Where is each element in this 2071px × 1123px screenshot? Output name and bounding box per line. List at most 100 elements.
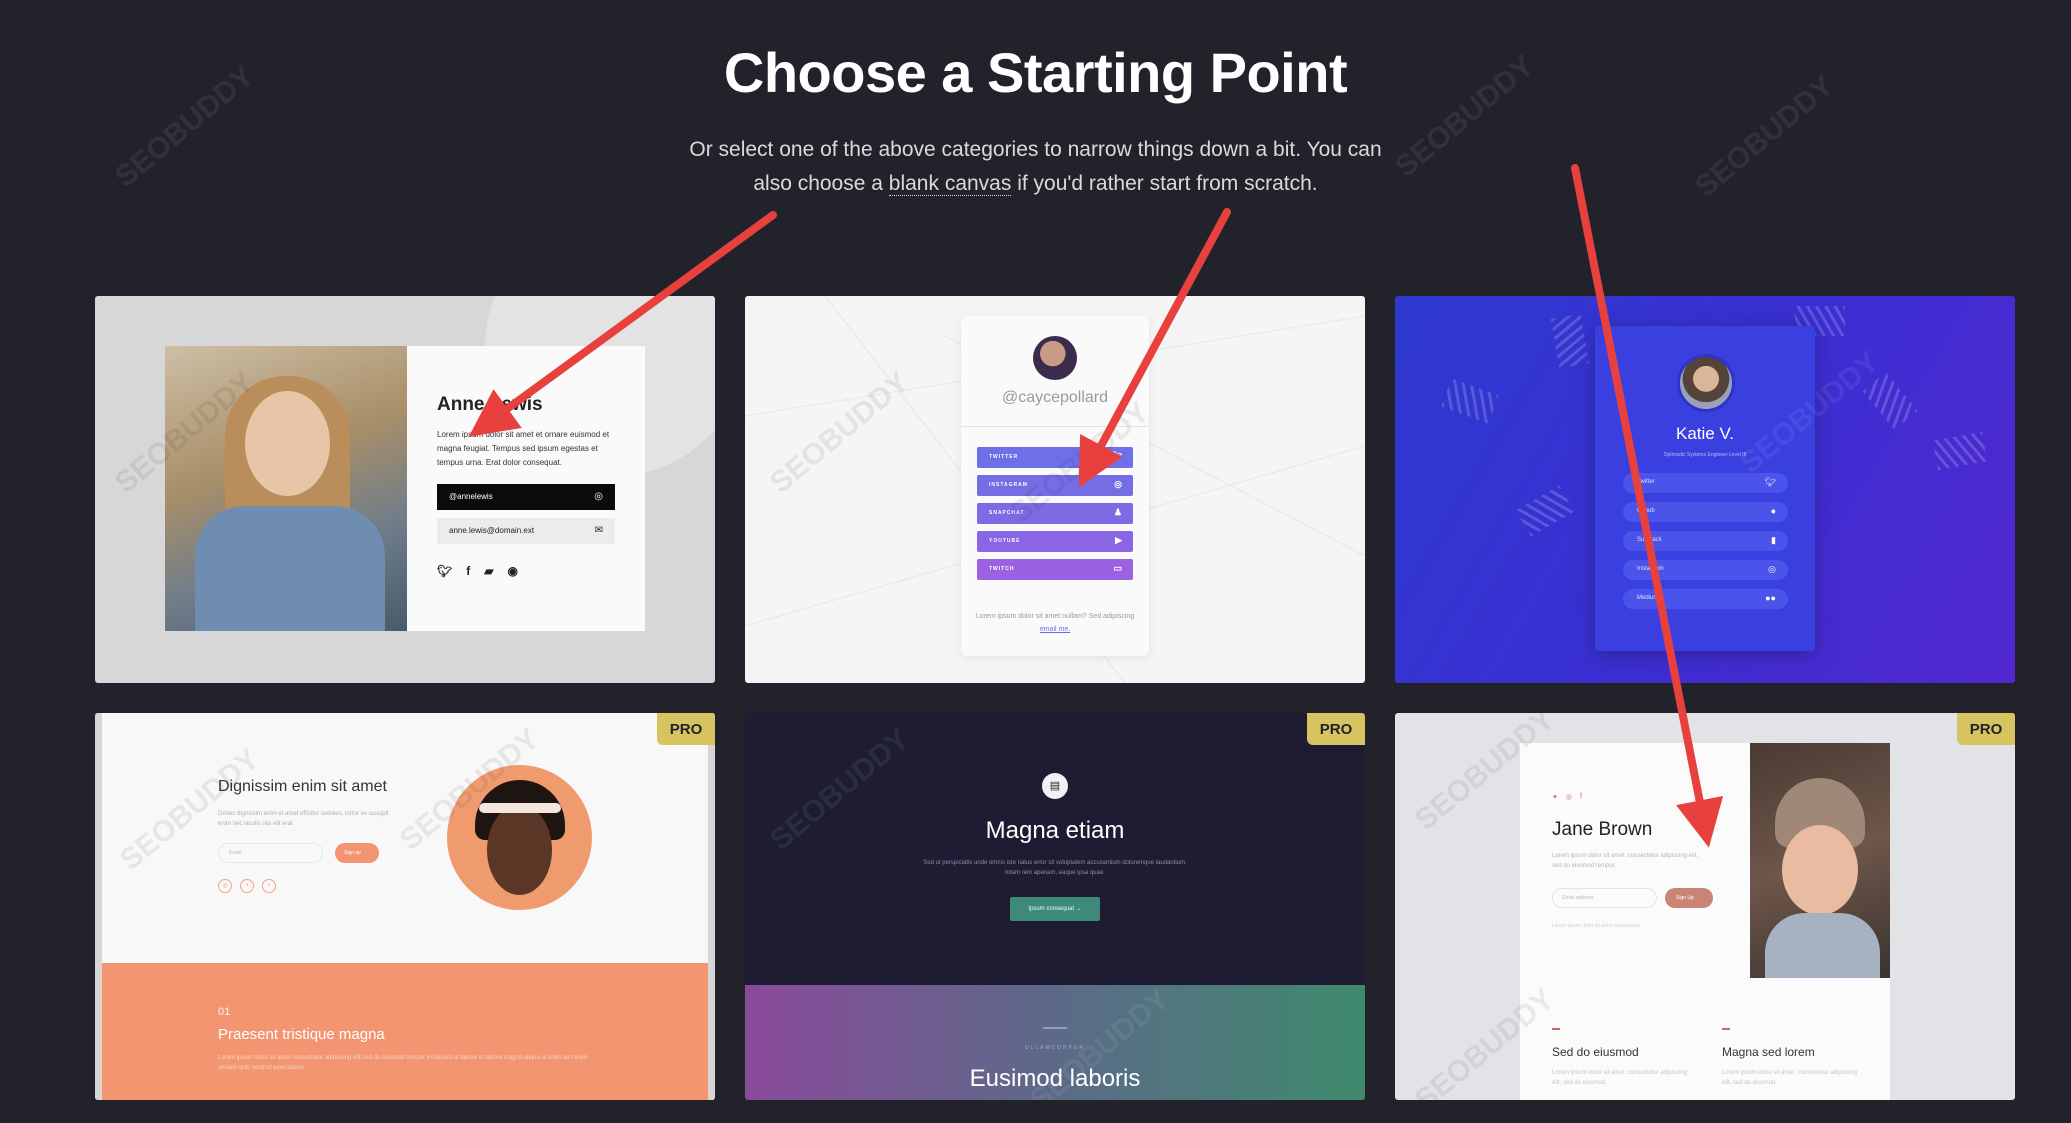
- social-link-button: YOUTUBE ▶: [977, 531, 1133, 552]
- divider: [961, 426, 1149, 427]
- gradient-section: ULLAMCORPER Eusimod laboris: [745, 985, 1365, 1100]
- template-card-katie-v[interactable]: Katie V. Optimistic Systems Engineer Lev…: [1395, 296, 2015, 683]
- template-card-magna-etiam[interactable]: ▤ Magna etiam Sed ut perspiciatis unde o…: [745, 713, 1365, 1100]
- profile-name: Jane Brown: [1552, 819, 1653, 840]
- instagram-icon: ◎: [594, 491, 603, 502]
- section-number: 01: [218, 1006, 231, 1018]
- social-icons-row: ◎ • •: [218, 879, 276, 893]
- pro-badge: PRO: [1957, 713, 2015, 745]
- section-rule: [1043, 1027, 1067, 1029]
- social-link-label: Instagram: [1637, 566, 1664, 572]
- avatar: [1677, 354, 1735, 412]
- decorative-stripes: [1932, 431, 1988, 471]
- footer-text: Lorem ipsum dolor sit amet nullam? Sed a…: [971, 610, 1139, 636]
- facebook-icon: f: [1579, 793, 1582, 800]
- profile-photo: [165, 346, 407, 631]
- pro-badge: PRO: [1307, 713, 1365, 745]
- decorative-stripes: [1515, 485, 1575, 537]
- social-link-label: Github: [1637, 508, 1655, 514]
- instagram-icon: ◎: [1768, 564, 1776, 574]
- template-card-anne-lewis[interactable]: Anne Lewis Lorem ipsum dolor sit amet et…: [95, 296, 715, 683]
- email-button: anne.lewis@domain.ext ✉: [437, 518, 615, 544]
- frame-border-left: [95, 713, 102, 1100]
- twitter-icon: ✦: [1552, 794, 1558, 801]
- profile-description: Lorem ipsum dolor sit amet et ornare eui…: [437, 430, 610, 467]
- section-title: Praesent tristique magna: [218, 1026, 385, 1043]
- instagram-handle-button: @annelewis ◎: [437, 484, 615, 510]
- portrait-photo: [447, 765, 592, 910]
- pro-badge: PRO: [657, 713, 715, 745]
- mail-icon: ✉: [594, 525, 603, 536]
- section-title: Eusimod laboris: [969, 1065, 1141, 1092]
- twitch-icon: ▭: [1113, 563, 1123, 573]
- profile-handle: @caycepollard: [1001, 389, 1109, 406]
- feature-description-2: Lorem ipsum dolor sit amet, consectetur …: [1722, 1070, 1858, 1086]
- decorative-stripes: [1441, 378, 1499, 424]
- social-link-label: INSTAGRAM: [989, 482, 1028, 488]
- profile-name: Anne Lewis: [437, 394, 543, 415]
- social-icons-row: ✦ ◎ f: [1552, 793, 1582, 801]
- social-link-label: SNAPCHAT: [989, 510, 1025, 516]
- page-heading: Choose a Starting Point: [723, 41, 1348, 104]
- bookmark-icon: ▮: [1771, 535, 1776, 545]
- signup-button: Sign Up: [1665, 888, 1713, 908]
- social-link-button: INSTAGRAM ◎: [977, 475, 1133, 496]
- handle-label: @annelewis: [449, 492, 493, 501]
- template-card-jane-brown[interactable]: ✦ ◎ f Jane Brown Lorem ipsum dolor sit a…: [1395, 713, 2015, 1100]
- instagram-icon: ◎: [218, 879, 232, 893]
- photo-face-shape: [245, 391, 330, 496]
- facebook-icon: f: [466, 564, 471, 578]
- social-link-button: SNAPCHAT ♟: [977, 503, 1133, 524]
- twitter-icon: 🐦︎: [437, 564, 453, 578]
- social-link-button: Medium ●●: [1623, 589, 1788, 609]
- profile-description: Lorem ipsum dolor sit amet, consectetur …: [1552, 853, 1699, 869]
- template-card-caycepollard[interactable]: @caycepollard TWITTER 🐦︎ INSTAGRAM ◎ SNAPCHA…: [745, 296, 1365, 683]
- page-subtitle: Or select one of the above categories to…: [0, 133, 2071, 201]
- decorative-stripes: [1862, 372, 1918, 430]
- hero-description: Donec dignissim enim et amet efficitur s…: [218, 811, 389, 827]
- social-link-button: TWITCH ▭: [977, 559, 1133, 580]
- email-label: anne.lewis@domain.ext: [449, 526, 535, 535]
- fine-print: Lorem ipsum dolor sit amet consectetur.: [1552, 923, 1641, 929]
- subtitle-text-post: if you'd rather start from scratch.: [1011, 172, 1318, 195]
- circle-icon: ◉: [507, 564, 518, 578]
- social-link-label: TWITTER: [989, 454, 1019, 460]
- social-link-label: Substack: [1637, 537, 1662, 543]
- template-card-dignissim[interactable]: Dignissim enim sit amet Donec dignissim …: [95, 713, 715, 1100]
- facebook-icon: •: [262, 879, 276, 893]
- template-preview-panel: ✦ ◎ f Jane Brown Lorem ipsum dolor sit a…: [1520, 743, 1890, 1100]
- avatar: [1033, 336, 1077, 380]
- portrait-headband-shape: [479, 803, 561, 813]
- social-link-label: YOUTUBE: [989, 538, 1021, 544]
- hero-description: Sed ut perspiciatis unde omnis iste natu…: [923, 860, 1187, 876]
- footer-copy: Lorem ipsum dolor sit amet nullam? Sed a…: [975, 613, 1135, 620]
- feature-title-1: Sed do eiusmod: [1552, 1045, 1639, 1059]
- github-icon: ●: [1770, 506, 1776, 516]
- template-preview-panel: Anne Lewis Lorem ipsum dolor sit amet et…: [165, 346, 645, 631]
- profile-subtitle: Optimistic Systems Engineer Level III: [1663, 452, 1747, 458]
- link-in-bio-panel: Katie V. Optimistic Systems Engineer Lev…: [1595, 326, 1815, 651]
- book-icon: ▤: [1042, 773, 1068, 799]
- feature-dash: [1552, 1028, 1560, 1030]
- youtube-icon: ▶: [1115, 535, 1123, 545]
- profile-photo: [1750, 743, 1890, 978]
- subtitle-line-2: also choose a blank canvas if you'd rath…: [0, 167, 2071, 201]
- email-me-link: email me.: [1039, 626, 1071, 633]
- social-link-label: Twitter: [1637, 479, 1655, 485]
- feature-description-1: Lorem ipsum dolor sit amet, consectetur …: [1552, 1070, 1688, 1086]
- feature-title-2: Magna sed lorem: [1722, 1045, 1815, 1059]
- social-link-button: TWITTER 🐦︎: [977, 447, 1133, 468]
- snapchat-icon: ♟: [1113, 507, 1123, 517]
- blank-canvas-link[interactable]: blank canvas: [888, 172, 1012, 196]
- feature-dash: [1722, 1028, 1730, 1030]
- email-field: Email: [218, 843, 323, 863]
- social-link-button: Instagram ◎: [1623, 560, 1788, 580]
- portrait-face-shape: [487, 805, 552, 895]
- frame-border-right: [708, 713, 715, 1100]
- social-link-label: Medium: [1637, 595, 1659, 601]
- section-description: Lorem ipsum dolor sit amet consectetur a…: [218, 1055, 588, 1071]
- photo-jacket-shape: [195, 506, 385, 631]
- section-kicker: ULLAMCORPER: [1024, 1045, 1086, 1051]
- social-link-button: Twitter 🐦︎: [1623, 473, 1788, 493]
- social-link-button: Github ●: [1623, 502, 1788, 522]
